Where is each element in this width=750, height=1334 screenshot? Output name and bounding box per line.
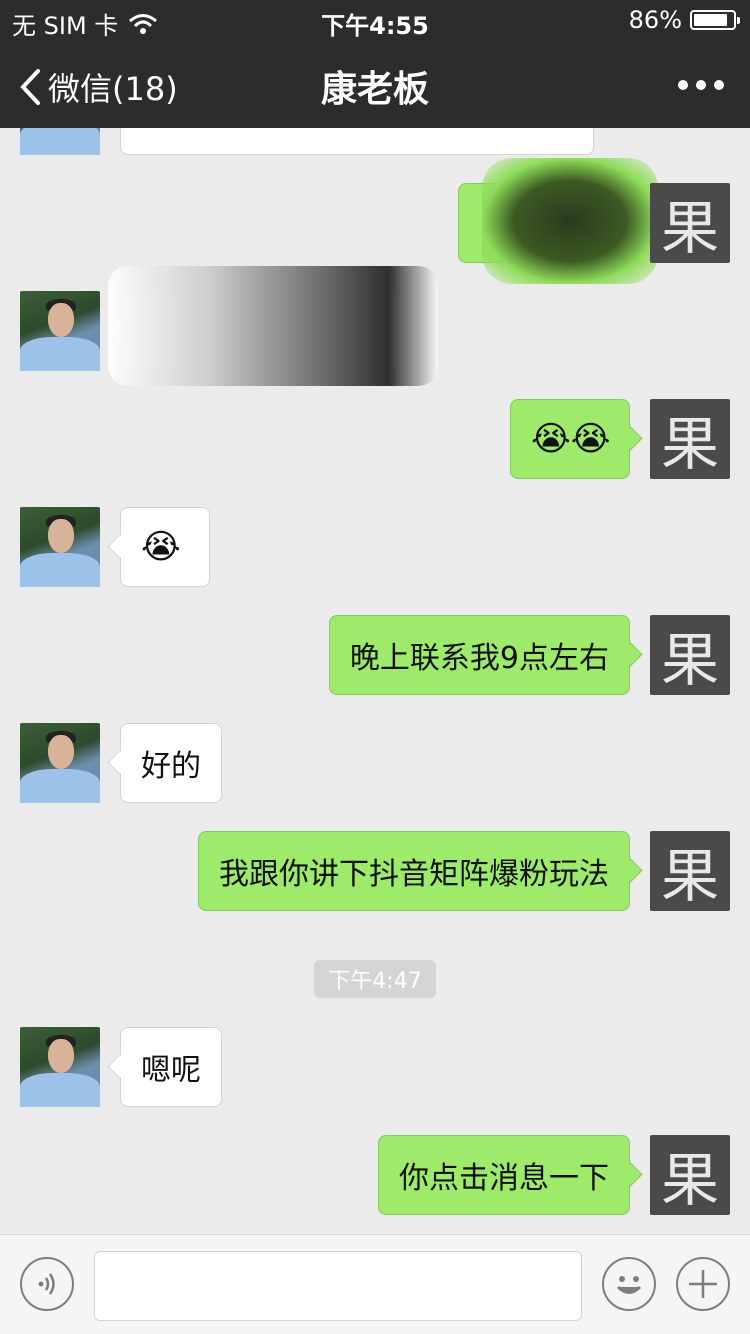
message-bubble-redacted[interactable] [120, 128, 594, 155]
message-bubble[interactable]: 好的 [120, 723, 222, 803]
status-bar: 无 SIM 卡 下午4:55 86% [0, 0, 750, 40]
my-avatar[interactable]: 果 [650, 183, 730, 263]
message-bubble[interactable]: 嗯呢 [120, 1027, 222, 1107]
message-bubble[interactable]: 你点击消息一下 [378, 1135, 630, 1215]
contact-avatar[interactable] [20, 291, 100, 371]
nav-bar: 微信(18) 康老板 [0, 40, 750, 128]
redaction-scribble [482, 158, 658, 284]
voice-button[interactable] [20, 1257, 74, 1311]
contact-avatar[interactable] [20, 1027, 100, 1107]
more-dots-icon[interactable] [678, 80, 724, 90]
battery-fill [694, 14, 727, 26]
my-avatar[interactable]: 果 [650, 1135, 730, 1215]
input-bar [0, 1234, 750, 1334]
battery-group: 86% [628, 6, 740, 34]
my-avatar[interactable]: 果 [650, 831, 730, 911]
contact-avatar[interactable] [20, 723, 100, 803]
voice-icon [38, 1273, 55, 1295]
message-input[interactable] [94, 1251, 582, 1321]
chat-title: 康老板 [320, 69, 429, 110]
chat-area[interactable]: 果 😭😭 果 😭 晚上联系我9点左右 果 好的 我跟你讲下抖音矩阵爆粉玩法 果 … [0, 128, 750, 1234]
battery-percent: 86% [628, 6, 682, 34]
message-bubble[interactable]: 我跟你讲下抖音矩阵爆粉玩法 [198, 831, 630, 911]
my-avatar[interactable]: 果 [650, 615, 730, 695]
plus-button[interactable] [676, 1257, 730, 1311]
my-avatar[interactable]: 果 [650, 399, 730, 479]
redaction-scribble [108, 266, 438, 386]
emoji-button[interactable] [602, 1257, 656, 1311]
emoji-icon [616, 1276, 642, 1294]
contact-avatar[interactable] [20, 507, 100, 587]
contact-avatar[interactable] [20, 128, 100, 155]
message-timestamp: 下午4:47 [314, 960, 436, 998]
battery-icon [690, 10, 740, 30]
message-bubble[interactable]: 😭😭 [510, 399, 630, 479]
message-bubble[interactable]: 晚上联系我9点左右 [328, 615, 630, 695]
message-bubble[interactable]: 😭 [120, 507, 210, 587]
plus-icon [689, 1270, 717, 1298]
